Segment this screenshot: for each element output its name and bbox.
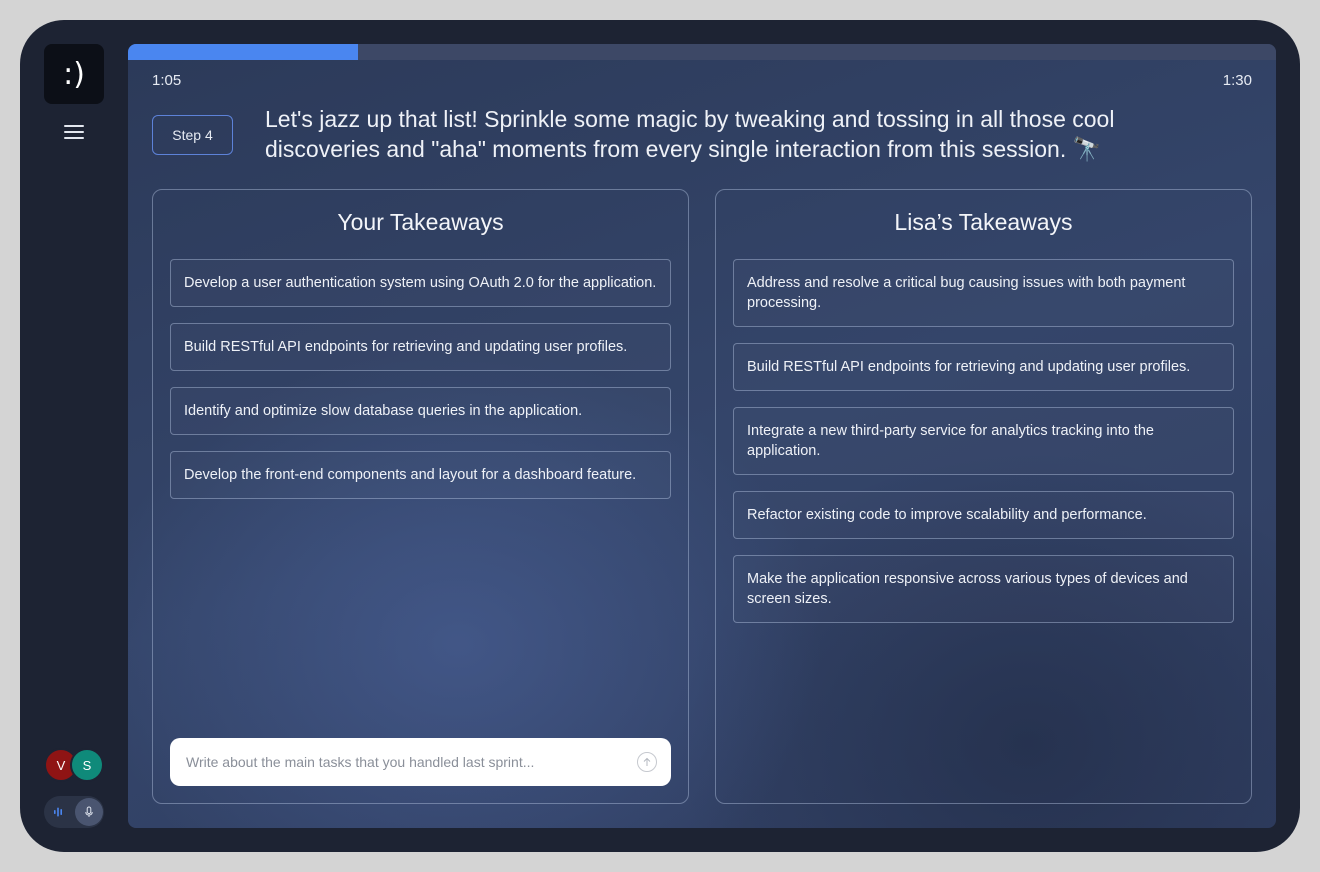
takeaway-card[interactable]: Develop a user authentication system usi… — [170, 259, 671, 307]
app-logo[interactable]: :) — [44, 44, 104, 104]
takeaway-input-box — [170, 738, 671, 786]
send-button[interactable] — [637, 752, 657, 772]
takeaway-card[interactable]: Address and resolve a critical bug causi… — [733, 259, 1234, 327]
takeaway-list: Develop a user authentication system usi… — [170, 259, 671, 515]
time-total: 1:30 — [1222, 72, 1252, 89]
step-instruction: Let's jazz up that list! Sprinkle some m… — [265, 106, 1115, 162]
takeaway-card[interactable]: Build RESTful API endpoints for retrievi… — [733, 343, 1234, 391]
avatar-initial: S — [82, 757, 92, 773]
avatar[interactable]: S — [70, 748, 104, 782]
app-frame: :) V S 1:05 1:30 Step 4 Let's jazz up th… — [20, 20, 1300, 852]
takeaway-card[interactable]: Refactor existing code to improve scalab… — [733, 491, 1234, 539]
takeaway-input[interactable] — [170, 738, 625, 786]
takeaway-card[interactable]: Develop the front-end components and lay… — [170, 451, 671, 499]
audio-wave-button[interactable] — [45, 798, 73, 826]
session-panel: 1:05 1:30 Step 4 Let's jazz up that list… — [128, 44, 1276, 828]
time-elapsed: 1:05 — [152, 72, 182, 89]
hamburger-menu-icon[interactable] — [64, 122, 84, 142]
takeaway-card[interactable]: Build RESTful API endpoints for retrievi… — [170, 323, 671, 371]
participant-avatars: V S — [44, 748, 108, 784]
lisa-takeaways-panel: Lisa’s Takeaways Address and resolve a c… — [715, 189, 1252, 804]
send-arrow-icon — [643, 757, 651, 766]
takeaway-list: Address and resolve a critical bug causi… — [733, 259, 1234, 639]
session-progress-bar — [128, 44, 1276, 60]
microphone-button[interactable] — [75, 798, 103, 826]
your-takeaways-panel: Your Takeaways Develop a user authentica… — [152, 189, 689, 804]
panel-title: Lisa’s Takeaways — [894, 209, 1073, 235]
microphone-icon — [85, 806, 93, 817]
takeaway-card[interactable]: Identify and optimize slow database quer… — [170, 387, 671, 435]
takeaway-card[interactable]: Make the application responsive across v… — [733, 555, 1234, 623]
audio-controls — [44, 796, 104, 828]
avatar-initial: V — [56, 757, 66, 773]
step-badge: Step 4 — [152, 115, 233, 155]
session-progress-fill — [128, 44, 358, 60]
audio-wave-icon — [54, 807, 62, 817]
logo-text: :) — [63, 56, 85, 92]
panel-title: Your Takeaways — [337, 209, 504, 235]
takeaway-card[interactable]: Integrate a new third-party service for … — [733, 407, 1234, 475]
